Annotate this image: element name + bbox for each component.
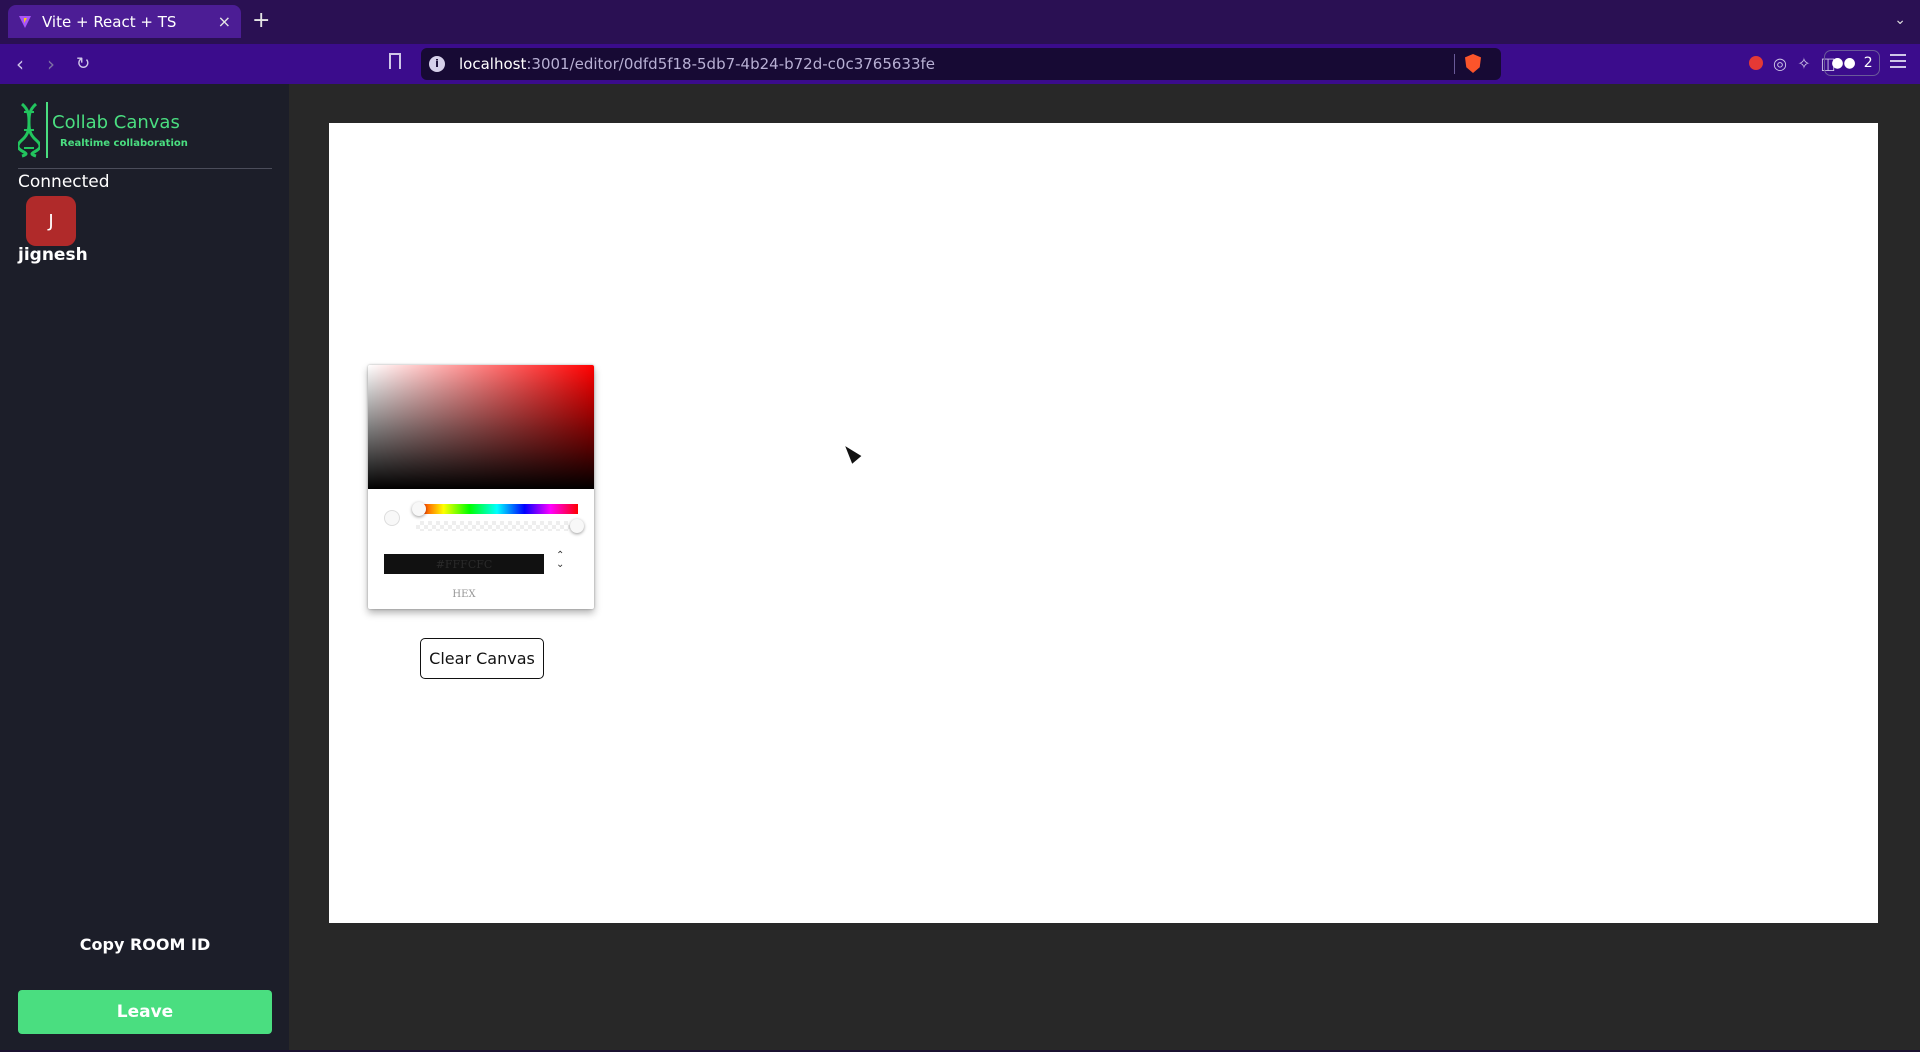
- hue-slider-handle[interactable]: [412, 502, 426, 516]
- browser-tab-bar: Vite + React + TS × + ⌄: [0, 0, 1920, 44]
- leave-button[interactable]: Leave: [18, 990, 272, 1034]
- connection-status: Connected: [18, 172, 110, 192]
- new-tab-icon[interactable]: +: [252, 8, 270, 34]
- brave-shields-icon[interactable]: [1465, 54, 1481, 73]
- tab-title: Vite + React + TS: [42, 12, 177, 31]
- menu-icon[interactable]: [1890, 54, 1906, 68]
- copy-room-id-button[interactable]: Copy ROOM ID: [18, 935, 272, 954]
- hex-input[interactable]: [384, 554, 544, 574]
- browser-tab[interactable]: Vite + React + TS ×: [8, 5, 241, 38]
- url-host: localhost: [459, 55, 527, 73]
- app-logo: Collab Canvas Realtime collaboration: [16, 100, 272, 160]
- site-info-icon[interactable]: i: [429, 56, 445, 72]
- logo-divider: [46, 102, 48, 158]
- glasses-icon: ●●: [1831, 55, 1856, 71]
- format-toggle-icon[interactable]: ⌃ ⌄: [556, 551, 564, 570]
- url-separator: [1454, 54, 1455, 74]
- user-name: jignesh: [18, 245, 88, 265]
- drawing-canvas[interactable]: ⌃⌄ HEX Clear Canvas: [329, 123, 1878, 923]
- reload-icon[interactable]: ↻: [76, 52, 90, 76]
- hex-label: HEX: [452, 589, 476, 600]
- record-icon[interactable]: [1745, 52, 1767, 74]
- color-picker: ⌃⌄ HEX: [368, 365, 594, 609]
- sidebar-divider: [18, 168, 272, 169]
- alpha-slider[interactable]: [416, 519, 584, 533]
- app-name: Collab Canvas: [52, 112, 180, 133]
- alpha-slider-handle[interactable]: [570, 519, 584, 533]
- hue-slider[interactable]: [412, 502, 578, 516]
- saturation-area[interactable]: [368, 365, 594, 489]
- address-bar[interactable]: i localhost:3001/editor/0dfd5f18-5db7-4b…: [421, 48, 1501, 80]
- wallet-count: 2: [1863, 55, 1873, 71]
- dna-icon: [18, 102, 40, 158]
- url-text: localhost:3001/editor/0dfd5f18-5db7-4b24…: [459, 55, 935, 73]
- url-path: :3001/editor/0dfd5f18-5db7-4b24-b72d-c0c…: [526, 55, 936, 73]
- app-tagline: Realtime collaboration: [60, 138, 188, 149]
- chevron-down-icon[interactable]: ⌄: [1894, 12, 1906, 28]
- color-swatch: [384, 510, 400, 526]
- bookmark-icon[interactable]: [389, 53, 401, 69]
- user-avatar: J: [26, 196, 76, 246]
- close-icon[interactable]: ×: [218, 12, 231, 31]
- back-icon[interactable]: ‹: [16, 52, 24, 76]
- browser-toolbar: ‹ › ↻ i localhost:3001/editor/0dfd5f18-5…: [0, 44, 1920, 84]
- vpn-icon[interactable]: ◎: [1769, 52, 1791, 74]
- extensions-icon[interactable]: ✧: [1793, 52, 1815, 74]
- wallet-button[interactable]: ●● 2: [1824, 50, 1880, 76]
- sidebar: Collab Canvas Realtime collaboration Con…: [0, 84, 289, 1050]
- vite-icon: [19, 15, 31, 28]
- forward-icon[interactable]: ›: [47, 52, 55, 76]
- app-page: Collab Canvas Realtime collaboration Con…: [0, 84, 1920, 1050]
- clear-canvas-button[interactable]: Clear Canvas: [420, 638, 544, 679]
